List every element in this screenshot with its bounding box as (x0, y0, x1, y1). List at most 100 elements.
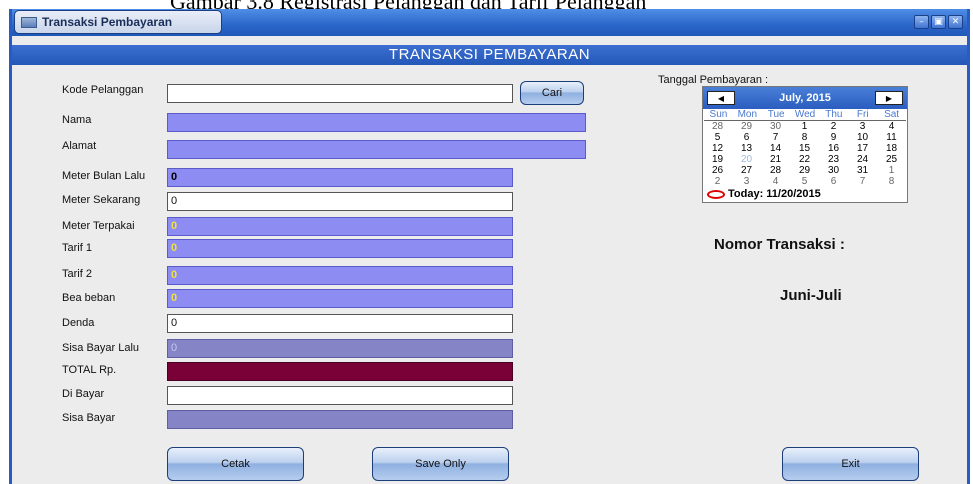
sisa-bayar-lalu-label: Sisa Bayar Lalu (62, 342, 140, 354)
calendar-day[interactable]: 4 (877, 121, 906, 132)
calendar-day[interactable]: 28 (703, 121, 732, 132)
calendar-day[interactable]: 22 (790, 154, 819, 165)
calendar-day[interactable]: 28 (761, 165, 790, 176)
nama-label: Nama (62, 114, 92, 126)
app-icon (21, 16, 37, 28)
meter-terpakai-field[interactable]: 0 (167, 217, 513, 236)
meter-sekarang-input[interactable]: 0 (167, 192, 513, 211)
calendar-day[interactable]: 3 (732, 176, 761, 187)
kode-pelanggan-label: Kode Pelanggan (62, 84, 144, 96)
tarif2-label: Tarif 2 (62, 268, 92, 280)
title-bar[interactable]: Transaksi Pembayaran – ▣ ✕ (12, 9, 967, 36)
calendar-day[interactable]: 10 (848, 132, 877, 143)
alamat-label: Alamat (62, 140, 97, 152)
calendar-day[interactable]: 17 (848, 143, 877, 154)
calendar-day[interactable]: 1 (790, 121, 819, 132)
calendar-day[interactable]: 14 (761, 143, 790, 154)
day-name: Mon (737, 109, 758, 120)
tarif1-field[interactable]: 0 (167, 239, 513, 258)
meter-bulan-lalu-field[interactable]: 0 (167, 168, 513, 187)
calendar-day[interactable]: 18 (877, 143, 906, 154)
calendar-day[interactable]: 2 (819, 121, 848, 132)
calendar-day[interactable]: 29 (732, 121, 761, 132)
calendar-day[interactable]: 9 (819, 132, 848, 143)
calendar-month: July, 2015 (779, 92, 831, 104)
cetak-button[interactable]: Cetak (167, 447, 304, 481)
meter-bulan-lalu-label: Meter Bulan Lalu (62, 170, 146, 182)
calendar-header: ◀ July, 2015 ▶ (703, 87, 907, 109)
calendar-day[interactable]: 31 (848, 165, 877, 176)
calendar-day[interactable]: 19 (703, 154, 732, 165)
exit-button[interactable]: Exit (782, 447, 919, 481)
calendar-day[interactable]: 2 (703, 176, 732, 187)
calendar-today[interactable]: Today: 11/20/2015 (703, 187, 907, 202)
calendar-day[interactable]: 15 (790, 143, 819, 154)
tarif2-field[interactable]: 0 (167, 266, 513, 285)
calendar-day[interactable]: 5 (703, 132, 732, 143)
sisa-bayar-label: Sisa Bayar (62, 412, 116, 424)
meter-terpakai-label: Meter Terpakai (62, 220, 135, 232)
calendar-week: 5 6 7 8 9 10 11 (703, 132, 907, 143)
calendar-day[interactable]: 6 (819, 176, 848, 187)
calendar-day[interactable]: 5 (790, 176, 819, 187)
calendar-day[interactable]: 7 (761, 132, 790, 143)
alamat-field[interactable] (167, 140, 586, 159)
calendar-day[interactable]: 7 (848, 176, 877, 187)
denda-input[interactable]: 0 (167, 314, 513, 333)
sisa-bayar-lalu-field[interactable]: 0 (167, 339, 513, 358)
sisa-bayar-field[interactable] (167, 410, 513, 429)
calendar-day[interactable]: 29 (790, 165, 819, 176)
minimize-icon[interactable]: – (914, 15, 929, 29)
calendar-day[interactable]: 24 (848, 154, 877, 165)
maximize-icon[interactable]: ▣ (931, 15, 946, 29)
nomor-transaksi-label: Nomor Transaksi : (714, 236, 845, 253)
di-bayar-label: Di Bayar (62, 388, 105, 400)
calendar-day[interactable]: 1 (877, 165, 906, 176)
calendar-day[interactable]: 30 (819, 165, 848, 176)
calendar-day[interactable]: 8 (877, 176, 906, 187)
calendar-day[interactable]: 23 (819, 154, 848, 165)
calendar-week: 28 29 30 1 2 3 4 (703, 121, 907, 132)
date-picker-calendar[interactable]: ◀ July, 2015 ▶ Sun Mon Tue Wed Thu Fri S… (702, 86, 908, 203)
calendar-grid: 28 29 30 1 2 3 4 5 6 7 8 9 10 11 12 13 14 15 16 17 18 19 20 21 2… (703, 121, 907, 187)
calendar-day[interactable]: 20 (732, 154, 761, 165)
day-name: Sat (884, 109, 900, 120)
calendar-day[interactable]: 6 (732, 132, 761, 143)
di-bayar-input[interactable] (167, 386, 513, 405)
calendar-day[interactable]: 21 (761, 154, 790, 165)
calendar-day[interactable]: 25 (877, 154, 906, 165)
calendar-day-names: Sun Mon Tue Wed Thu Fri Sat (704, 109, 906, 121)
today-text: Today: 11/20/2015 (728, 188, 821, 200)
tanggal-pembayaran-label: Tanggal Pembayaran : (658, 74, 769, 86)
total-label: TOTAL Rp. (62, 364, 117, 376)
cari-button[interactable]: Cari (520, 81, 584, 105)
kode-pelanggan-input[interactable] (167, 84, 513, 103)
calendar-day[interactable]: 16 (819, 143, 848, 154)
save-only-button[interactable]: Save Only (372, 447, 509, 481)
day-name: Tue (767, 109, 785, 120)
calendar-week: 2345678 (703, 176, 907, 187)
calendar-day[interactable]: 11 (877, 132, 906, 143)
calendar-day[interactable]: 13 (732, 143, 761, 154)
meter-sekarang-label: Meter Sekarang (62, 194, 141, 206)
window-title: Transaksi Pembayaran (42, 15, 173, 29)
day-name: Wed (794, 109, 816, 120)
form-header: TRANSAKSI PEMBAYARAN (12, 45, 967, 65)
denda-label: Denda (62, 317, 95, 329)
total-field (167, 362, 513, 381)
calendar-day[interactable]: 3 (848, 121, 877, 132)
nama-field[interactable] (167, 113, 586, 132)
calendar-day[interactable]: 26 (703, 165, 732, 176)
calendar-day[interactable]: 12 (703, 143, 732, 154)
day-name: Fri (856, 109, 869, 120)
next-month-icon[interactable]: ▶ (875, 91, 903, 105)
today-circle-icon (707, 189, 725, 199)
prev-month-icon[interactable]: ◀ (707, 91, 735, 105)
bea-beban-field[interactable]: 0 (167, 289, 513, 308)
close-icon[interactable]: ✕ (948, 15, 963, 29)
calendar-day[interactable]: 27 (732, 165, 761, 176)
title-tab: Transaksi Pembayaran (14, 10, 222, 34)
calendar-day[interactable]: 8 (790, 132, 819, 143)
calendar-day[interactable]: 4 (761, 176, 790, 187)
calendar-day[interactable]: 30 (761, 121, 790, 132)
